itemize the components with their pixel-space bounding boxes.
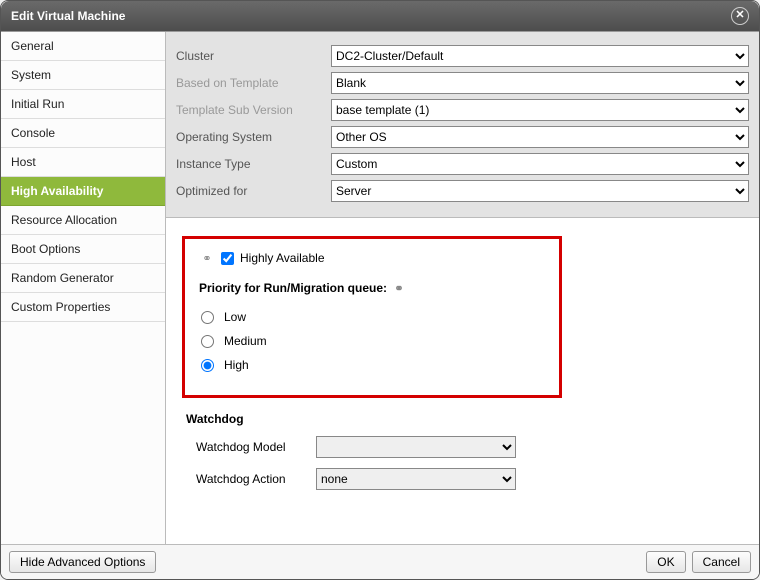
sidebar-item-label: Custom Properties xyxy=(11,300,110,314)
sidebar-item-label: High Availability xyxy=(11,184,103,198)
template-label: Based on Template xyxy=(176,76,331,90)
sidebar-item-custom-properties[interactable]: Custom Properties xyxy=(1,293,165,322)
titlebar: Edit Virtual Machine ✕ xyxy=(1,1,759,31)
watchdog-title: Watchdog xyxy=(182,412,743,426)
os-label: Operating System xyxy=(176,130,331,144)
priority-high-label: High xyxy=(224,358,249,372)
instance-label: Instance Type xyxy=(176,157,331,171)
edit-vm-dialog: Edit Virtual Machine ✕ General System In… xyxy=(0,0,760,580)
close-icon[interactable]: ✕ xyxy=(731,7,749,25)
subversion-select[interactable]: base template (1) xyxy=(331,99,749,121)
sidebar-item-label: Random Generator xyxy=(11,271,114,285)
sidebar-item-label: System xyxy=(11,68,51,82)
chain-icon: ⚭ xyxy=(199,253,215,263)
sidebar-item-random-generator[interactable]: Random Generator xyxy=(1,264,165,293)
instance-select[interactable]: Custom xyxy=(331,153,749,175)
priority-medium-radio[interactable] xyxy=(201,335,214,348)
watchdog-model-label: Watchdog Model xyxy=(196,440,316,454)
ha-highlight-box: ⚭ Highly Available Priority for Run/Migr… xyxy=(182,236,562,398)
sidebar-item-console[interactable]: Console xyxy=(1,119,165,148)
ok-button[interactable]: OK xyxy=(646,551,685,573)
sidebar-item-high-availability[interactable]: High Availability xyxy=(1,177,165,206)
highly-available-checkbox[interactable] xyxy=(221,252,234,265)
watchdog-model-select[interactable] xyxy=(316,436,516,458)
priority-high-radio[interactable] xyxy=(201,359,214,372)
sidebar-item-initial-run[interactable]: Initial Run xyxy=(1,90,165,119)
cluster-select[interactable]: DC2-Cluster/Default xyxy=(331,45,749,67)
watchdog-action-label: Watchdog Action xyxy=(196,472,316,486)
sidebar-item-resource-allocation[interactable]: Resource Allocation xyxy=(1,206,165,235)
sidebar-item-boot-options[interactable]: Boot Options xyxy=(1,235,165,264)
sidebar-item-label: Initial Run xyxy=(11,97,64,111)
sidebar-item-label: Host xyxy=(11,155,36,169)
watchdog-action-select[interactable]: none xyxy=(316,468,516,490)
priority-medium-label: Medium xyxy=(224,334,267,348)
sidebar: General System Initial Run Console Host … xyxy=(1,32,166,544)
sidebar-item-label: Console xyxy=(11,126,55,140)
subversion-label: Template Sub Version xyxy=(176,103,331,117)
optimized-select[interactable]: Server xyxy=(331,180,749,202)
dialog-title: Edit Virtual Machine xyxy=(11,9,125,23)
priority-low-radio[interactable] xyxy=(201,311,214,324)
optimized-label: Optimized for xyxy=(176,184,331,198)
dialog-footer: Hide Advanced Options OK Cancel xyxy=(1,544,759,579)
cluster-label: Cluster xyxy=(176,49,331,63)
priority-title: Priority for Run/Migration queue: ⚭ xyxy=(199,281,545,295)
sidebar-item-label: Resource Allocation xyxy=(11,213,117,227)
highly-available-label: Highly Available xyxy=(240,251,325,265)
os-select[interactable]: Other OS xyxy=(331,126,749,148)
hide-advanced-button[interactable]: Hide Advanced Options xyxy=(9,551,156,573)
priority-low-label: Low xyxy=(224,310,246,324)
cancel-button[interactable]: Cancel xyxy=(692,551,751,573)
sidebar-item-label: General xyxy=(11,39,54,53)
template-select[interactable]: Blank xyxy=(331,72,749,94)
sidebar-item-label: Boot Options xyxy=(11,242,80,256)
sidebar-item-system[interactable]: System xyxy=(1,61,165,90)
sidebar-item-host[interactable]: Host xyxy=(1,148,165,177)
sidebar-item-general[interactable]: General xyxy=(1,32,165,61)
vm-summary-form: Cluster DC2-Cluster/Default Based on Tem… xyxy=(166,32,759,218)
chain-icon: ⚭ xyxy=(391,283,407,293)
